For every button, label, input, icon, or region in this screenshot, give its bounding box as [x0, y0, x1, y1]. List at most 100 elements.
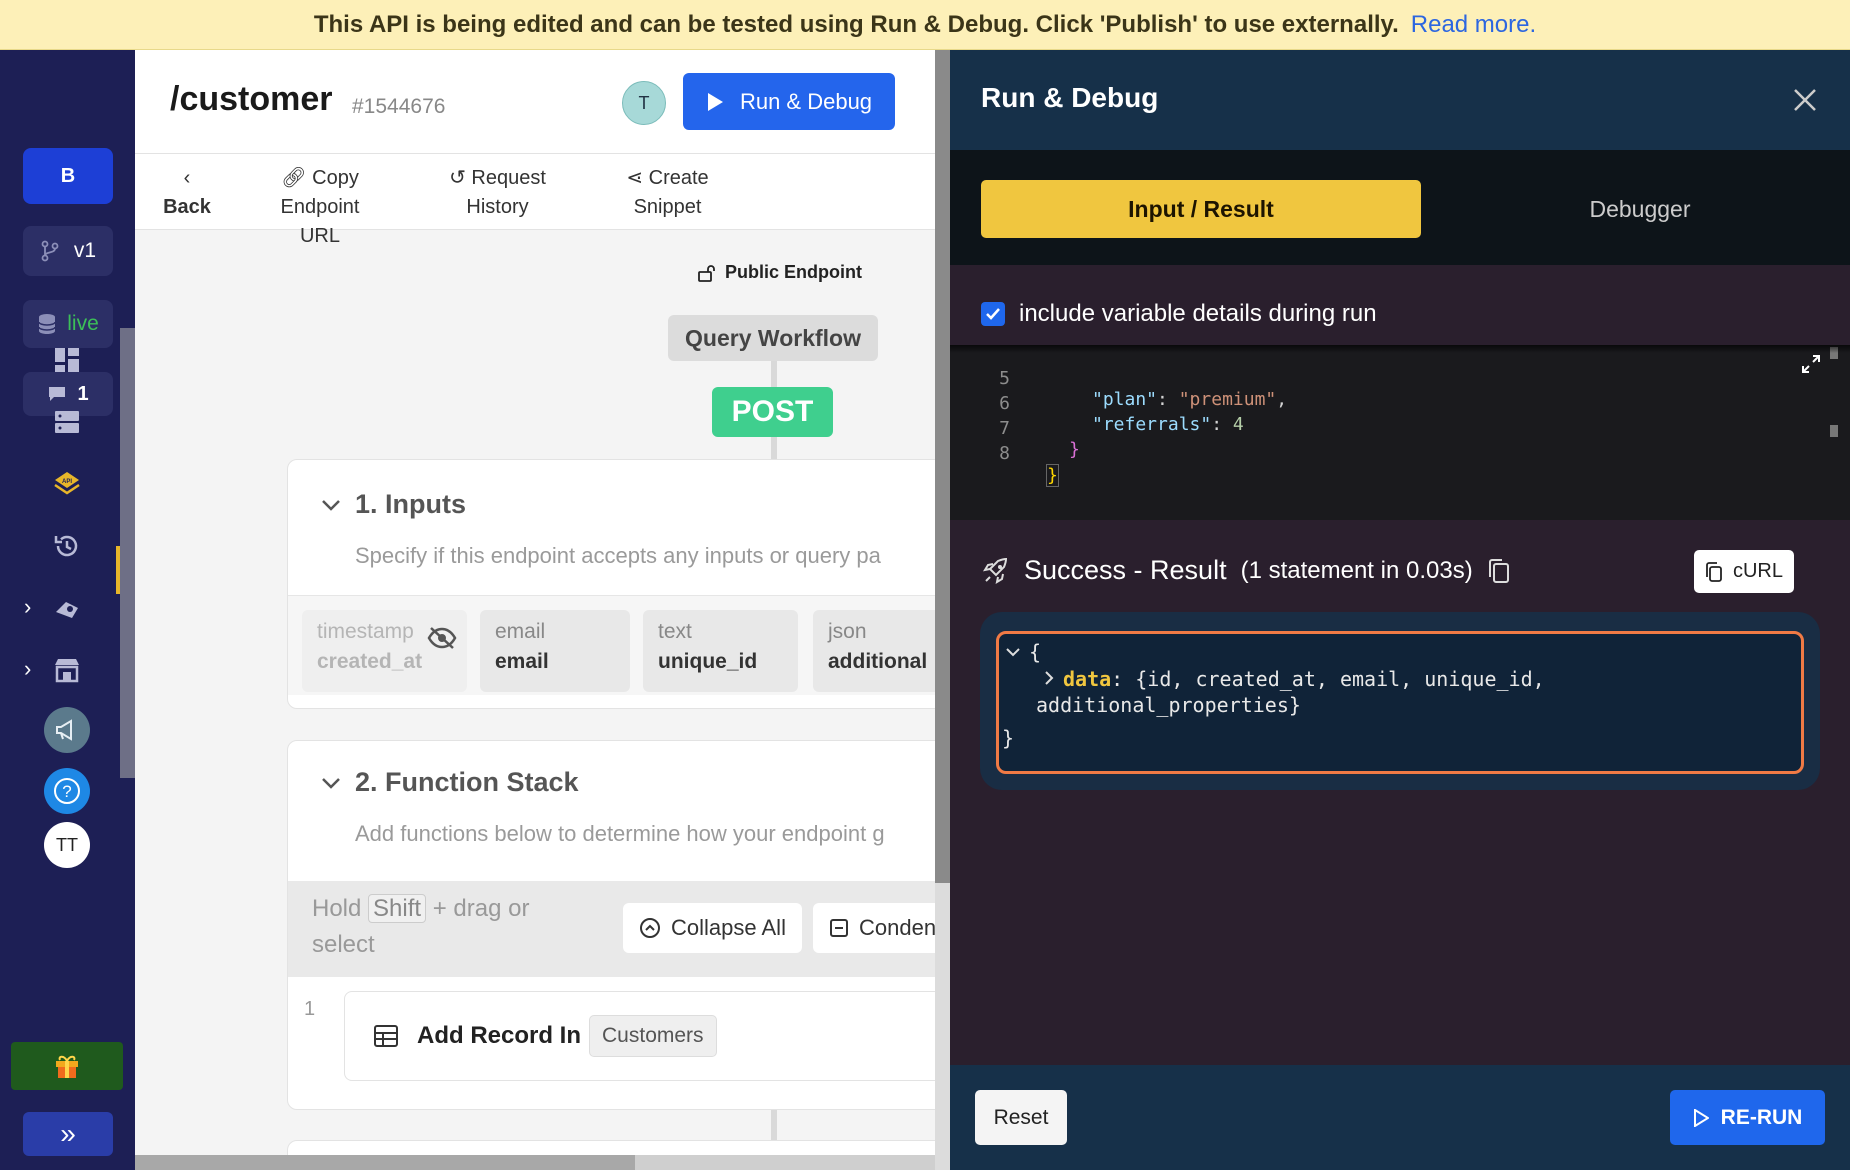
flow-connector	[771, 437, 777, 459]
input-name: unique_id	[658, 650, 758, 673]
history-label-2: History	[466, 196, 529, 218]
branch-version-button[interactable]: v1	[23, 226, 113, 276]
help-icon[interactable]: ?	[44, 768, 90, 814]
read-more-link[interactable]: Read more.	[1411, 11, 1536, 39]
function-step-add-record[interactable]: Add Record In Customers	[344, 991, 935, 1081]
expand-editor-icon[interactable]	[1800, 353, 1822, 375]
function-stack-subtitle: Add functions below to determine how you…	[355, 821, 885, 846]
expand-sidebar-button[interactable]: »	[23, 1112, 113, 1156]
svg-text:?: ?	[62, 782, 71, 801]
expand-chevron-icon[interactable]: ›	[24, 656, 31, 682]
close-icon[interactable]	[1785, 80, 1825, 120]
copy-icon[interactable]	[1487, 558, 1511, 584]
result-detail: (1 statement in 0.03s)	[1240, 556, 1473, 584]
dashboard-icon[interactable]	[45, 338, 89, 382]
http-method-badge[interactable]: POST	[712, 387, 833, 437]
collaborator-avatar[interactable]: T	[622, 81, 666, 125]
inputs-title-text: 1. Inputs	[355, 489, 467, 519]
tab-debugger[interactable]: Debugger	[1470, 180, 1810, 238]
marketplace-store-icon[interactable]	[45, 648, 89, 692]
copy-label-2: URL	[299, 225, 340, 247]
user-avatar[interactable]: TT	[44, 822, 90, 868]
step-table-chip[interactable]: Customers	[589, 1015, 717, 1057]
condense-label: Conden	[859, 915, 935, 940]
announcements-megaphone-icon[interactable]	[44, 707, 90, 753]
back-label: Back	[163, 196, 211, 218]
public-endpoint-text: Public Endpoint	[725, 262, 862, 282]
snippet-label-1: Create	[648, 167, 709, 189]
inputs-title[interactable]: 1. Inputs	[321, 489, 466, 520]
public-endpoint-label: Public Endpoint	[697, 262, 862, 283]
shift-key: Shift	[368, 894, 427, 923]
input-name: additional	[828, 650, 928, 673]
code-scroll-marker	[1830, 425, 1838, 437]
chevron-right-icon[interactable]	[1043, 670, 1055, 686]
json-key-data: data	[1063, 667, 1112, 691]
tab-input-result-label: Input / Result	[1128, 195, 1274, 222]
gift-button[interactable]	[11, 1042, 123, 1090]
svg-text:API: API	[62, 479, 72, 485]
tab-debugger-label: Debugger	[1589, 195, 1691, 222]
curl-button[interactable]: cURL	[1694, 550, 1794, 593]
query-workflow-label: Query Workflow	[668, 315, 878, 361]
condense-button[interactable]: Conden	[813, 903, 935, 953]
input-chip-unique-id[interactable]: text unique_id	[643, 610, 798, 692]
database-tables-icon[interactable]	[45, 400, 89, 444]
inputs-row: timestamp created_at email email text un…	[288, 595, 935, 695]
functions-icon[interactable]	[45, 586, 89, 630]
condense-icon	[830, 919, 848, 937]
drag-hint: Hold Shift + drag or select	[312, 891, 572, 963]
inputs-subtitle: Specify if this endpoint accepts any inp…	[355, 543, 881, 568]
eye-off-icon[interactable]	[427, 626, 457, 650]
input-type: text	[658, 620, 692, 643]
run-debug-button[interactable]: Run & Debug	[683, 73, 895, 130]
result-json-view[interactable]: { data: {id, created_at, email, unique_i…	[996, 631, 1804, 774]
workspace-initial: B	[60, 164, 76, 187]
reset-button[interactable]: Reset	[975, 1090, 1067, 1145]
query-workflow-text: Query Workflow	[685, 324, 861, 351]
share-icon: ⋖	[626, 167, 649, 189]
database-icon	[38, 314, 56, 334]
function-stack-title[interactable]: 2. Function Stack	[321, 767, 579, 798]
copy-endpoint-url-button[interactable]: 🔗︎ Copy Endpoint URL	[240, 164, 400, 251]
endpoint-id: #1544676	[352, 95, 446, 118]
json-data-value-1: {id, created_at, email, unique_id,	[1135, 667, 1545, 691]
editor-horizontal-scroll-thumb[interactable]	[135, 1155, 635, 1170]
checkbox-label: include variable details during run	[1019, 300, 1377, 327]
editor-vertical-scrollbar[interactable]	[935, 50, 950, 883]
include-variable-details-toggle[interactable]: include variable details during run	[981, 300, 1377, 328]
play-icon	[1693, 1108, 1709, 1127]
input-chip-email[interactable]: email email	[480, 610, 630, 692]
history-icon[interactable]	[45, 524, 89, 568]
result-status-text: Success - Result	[1024, 555, 1227, 585]
function-stack-card: 2. Function Stack Add functions below to…	[287, 740, 935, 1110]
api-icon[interactable]: API	[45, 462, 89, 506]
workspace-button[interactable]: B	[23, 148, 113, 204]
panel-title: Run & Debug	[981, 82, 1159, 113]
chevron-down-icon[interactable]	[1005, 646, 1021, 658]
back-button[interactable]: ‹ Back	[157, 164, 217, 222]
input-chip-additional[interactable]: json additional	[813, 610, 935, 692]
history-label-1: Request	[471, 167, 546, 189]
input-name: created_at	[317, 650, 423, 673]
rerun-button[interactable]: RE-RUN	[1670, 1090, 1825, 1145]
input-type: email	[495, 620, 546, 643]
create-snippet-button[interactable]: ⋖ Create Snippet	[615, 164, 720, 222]
panel-header: Run & Debug	[950, 50, 1850, 150]
rail-scrollbar[interactable]	[120, 328, 135, 778]
double-chevron-right-icon: »	[60, 1118, 76, 1149]
chevron-down-icon	[322, 499, 340, 511]
input-chip-created-at[interactable]: timestamp created_at	[302, 610, 467, 692]
input-code-editor[interactable]: 5 "plan": "premium", 6 "referrals": 4 7 …	[950, 345, 1850, 520]
request-history-button[interactable]: ↺ Request History	[435, 164, 560, 222]
checkbox[interactable]	[981, 302, 1005, 326]
checkmark-icon	[986, 308, 1000, 320]
tab-input-result[interactable]: Input / Result	[981, 180, 1421, 238]
version-label: v1	[73, 239, 97, 262]
endpoint-title: /customer	[170, 80, 333, 118]
branch-icon	[41, 240, 59, 262]
chevron-down-icon	[322, 777, 340, 789]
collapse-all-button[interactable]: Collapse All	[623, 903, 802, 953]
expand-chevron-icon[interactable]: ›	[24, 594, 31, 620]
code-line: 7 }	[950, 397, 1850, 460]
